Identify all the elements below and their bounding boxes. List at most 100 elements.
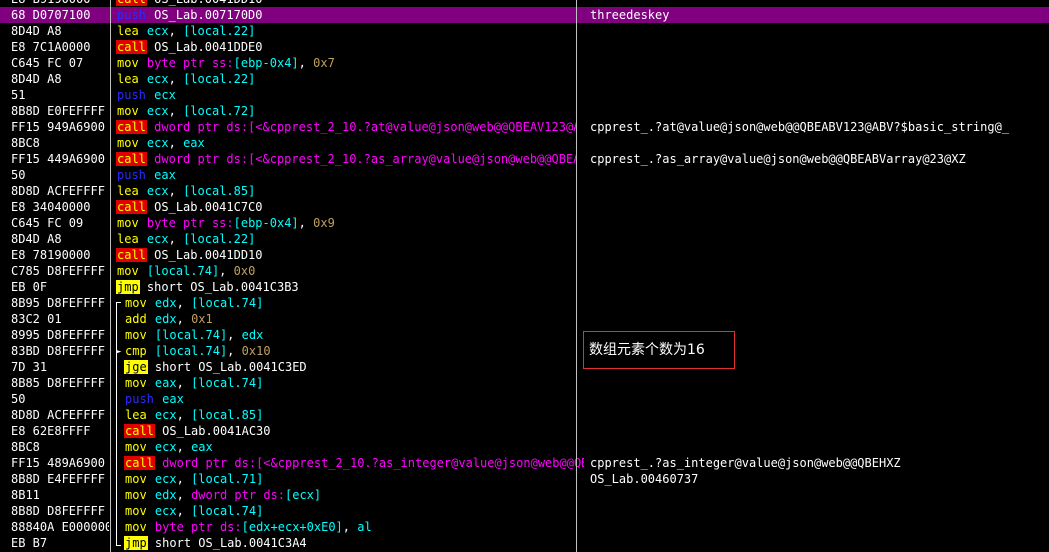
mnemonic: mov <box>117 216 139 230</box>
instruction-row[interactable]: 83C2 01 add edx, 0x1 <box>0 311 1049 327</box>
instruction-row[interactable]: 8D8D ACFEFFFF lea ecx, [local.85] <box>0 183 1049 199</box>
instruction-row[interactable]: C645 FC 09 mov byte ptr ss:[ebp-0x4], 0x9 <box>0 215 1049 231</box>
operand: , <box>168 104 176 118</box>
operand: al <box>357 520 372 534</box>
operand: [local.71] <box>191 472 264 486</box>
instruction-row[interactable]: FF15 489A6900 call dword ptr ds:[<&cppres… <box>0 455 1049 471</box>
operand: , <box>176 296 184 310</box>
operand: ecx <box>154 408 177 422</box>
instruction-row[interactable]: 50 push eax <box>0 391 1049 407</box>
operand: 0x1 <box>191 312 213 326</box>
hex-bytes: E8 7C1A0000 <box>11 40 91 54</box>
instruction-row[interactable]: EB 0F jmp short OS_Lab.0041C3B3 <box>0 279 1049 295</box>
instruction-row[interactable]: 8B8D E0FEFFFF mov ecx, [local.72] <box>0 103 1049 119</box>
operand: edx <box>241 328 264 342</box>
operand: , <box>168 232 176 246</box>
mnemonic: push <box>117 168 146 182</box>
instruction-row[interactable]: E8 7C1A0000 call OS_Lab.0041DDE0 <box>0 39 1049 55</box>
hex-bytes: 8B8D E4FEFFFF <box>11 472 105 486</box>
mnemonic: mov <box>117 264 139 278</box>
operand: , <box>298 216 306 230</box>
instruction-row[interactable]: 51 push ecx <box>0 87 1049 103</box>
operand: , <box>176 440 184 454</box>
operand: byte ptr ss: <box>146 56 234 70</box>
operand: [local.22] <box>183 232 256 246</box>
instruction-row[interactable]: E8 62E8FFFF call OS_Lab.0041AC30 <box>0 423 1049 439</box>
instruction-row[interactable]: E8 78190000 call OS_Lab.0041DD10 <box>0 247 1049 263</box>
instruction-row[interactable]: FF15 449A6900 call dword ptr ds:[<&cppres… <box>0 151 1049 167</box>
hex-bytes: 8BC8 <box>11 440 40 454</box>
operand: dword ptr ds: <box>154 152 249 166</box>
loop-arrow-icon: ► <box>116 347 122 357</box>
hex-bytes: 50 <box>11 392 26 406</box>
instruction-text: jge short OS_Lab.0041C3ED <box>124 359 584 375</box>
disassembly-view[interactable]: E8 B9190000call OS_Lab.0041DD1068 D07071… <box>0 0 1049 552</box>
mnemonic: mov <box>117 104 139 118</box>
instruction-row[interactable]: FF15 949A6900 call dword ptr ds:[<&cppres… <box>0 119 1049 135</box>
loop-bracket <box>116 302 121 546</box>
hex-bytes: E8 62E8FFFF <box>11 424 91 438</box>
instruction-row[interactable]: 8B95 D8FEFFFF mov edx, [local.74] <box>0 295 1049 311</box>
operand: ecx <box>146 136 169 150</box>
mnemonic: mov <box>125 296 147 310</box>
operand: [edx+ecx+0xE0] <box>241 520 343 534</box>
instruction-row[interactable]: 8B8D E4FEFFFF mov ecx, [local.71] OS_Lab.0… <box>0 471 1049 487</box>
operand: [local.85] <box>191 408 264 422</box>
instruction-text: push ecx <box>116 87 576 103</box>
instruction-row[interactable]: 8D4D A8 lea ecx, [local.22] <box>0 23 1049 39</box>
instruction-text: call OS_Lab.0041DDE0 <box>116 39 576 55</box>
mnemonic: call <box>124 424 155 438</box>
annotation-text: 数组元素个数为16 <box>589 342 705 358</box>
instruction-row[interactable]: 8995 D8FEFFFF mov [local.74], edx <box>0 327 1049 343</box>
instruction-row[interactable]: E8 B9190000 call OS_Lab.0041DD10 <box>0 0 1049 7</box>
instruction-row[interactable]: EB B7 jmp short OS_Lab.0041C3A4 <box>0 535 1049 551</box>
comment-text: cpprest_.?as_array@value@json@web@@QBEAB… <box>590 152 966 166</box>
hex-bytes: 88840A E0000000 <box>11 520 109 534</box>
operand: OS_Lab.007170D0 <box>154 8 263 22</box>
instruction-row[interactable]: 88840A E0000000 mov byte ptr ds:[edx+ecx+… <box>0 519 1049 535</box>
instruction-text: call OS_Lab.0041C7C0 <box>116 199 576 215</box>
mnemonic: call <box>116 0 147 6</box>
hex-bytes: EB 0F <box>11 280 48 294</box>
hex-bytes: 8D4D A8 <box>11 232 62 246</box>
mnemonic: lea <box>117 24 139 38</box>
instruction-row[interactable]: 7D 31 jge short OS_Lab.0041C3ED <box>0 359 1049 375</box>
instruction-row[interactable]: C645 FC 07 mov byte ptr ss:[ebp-0x4], 0x7 <box>0 55 1049 71</box>
instruction-text: push eax <box>116 167 576 183</box>
operand: ecx <box>154 88 176 102</box>
operand: [local.74] <box>154 344 228 358</box>
operand: eax <box>154 376 177 390</box>
instruction-text: mov [local.74], 0x0 <box>116 263 576 279</box>
hex-bytes: 8D8D ACFEFFFF <box>11 184 105 198</box>
mnemonic: push <box>125 392 154 406</box>
instruction-row[interactable]: 8B11 mov edx, dword ptr ds:[ecx] <box>0 487 1049 503</box>
hex-bytes: 8D4D A8 <box>11 24 62 38</box>
instruction-text: mov byte ptr ss:[ebp-0x4], 0x7 <box>116 55 576 71</box>
instruction-row[interactable]: C785 D8FEFFFF mov [local.74], 0x0 <box>0 263 1049 279</box>
operand: [ebp-0x4] <box>233 56 299 70</box>
instruction-row[interactable]: 50 push eax <box>0 167 1049 183</box>
instruction-row[interactable]: 8BC8 mov ecx, eax <box>0 135 1049 151</box>
mnemonic: jmp <box>124 536 148 550</box>
mnemonic: lea <box>117 72 139 86</box>
operand: , <box>219 264 227 278</box>
instruction-row[interactable]: E8 34040000 call OS_Lab.0041C7C0 <box>0 199 1049 215</box>
instruction-text: mov eax, [local.74] <box>124 375 584 391</box>
instruction-row[interactable]: 83BD D8FEFFFF cmp [local.74], 0x10 <box>0 343 1049 359</box>
mnemonic: call <box>116 40 147 54</box>
instruction-text: call dword ptr ds:[<&cpprest_2_10.?at@va… <box>116 119 576 135</box>
operand: , <box>168 24 176 38</box>
instruction-row[interactable]: 8D4D A8 lea ecx, [local.22] <box>0 231 1049 247</box>
instruction-row[interactable]: 8D4D A8 lea ecx, [local.22] <box>0 71 1049 87</box>
instruction-text: lea ecx, [local.22] <box>116 23 576 39</box>
instruction-row[interactable]: 8BC8 mov ecx, eax <box>0 439 1049 455</box>
hex-bytes: 50 <box>11 168 26 182</box>
operand: dword ptr ds: <box>162 456 257 470</box>
instruction-row[interactable]: 8B85 D8FEFFFF mov eax, [local.74] <box>0 375 1049 391</box>
instruction-row[interactable]: 8B8D D8FEFFFF mov ecx, [local.74] <box>0 503 1049 519</box>
instruction-row[interactable]: 8D8D ACFEFFFF lea ecx, [local.85] <box>0 407 1049 423</box>
mnemonic: call <box>116 248 147 262</box>
mnemonic: call <box>116 120 147 134</box>
instruction-row[interactable]: 68 D0707100 push OS_Lab.007170D0 threedesk… <box>0 7 1049 23</box>
mnemonic: call <box>116 152 147 166</box>
